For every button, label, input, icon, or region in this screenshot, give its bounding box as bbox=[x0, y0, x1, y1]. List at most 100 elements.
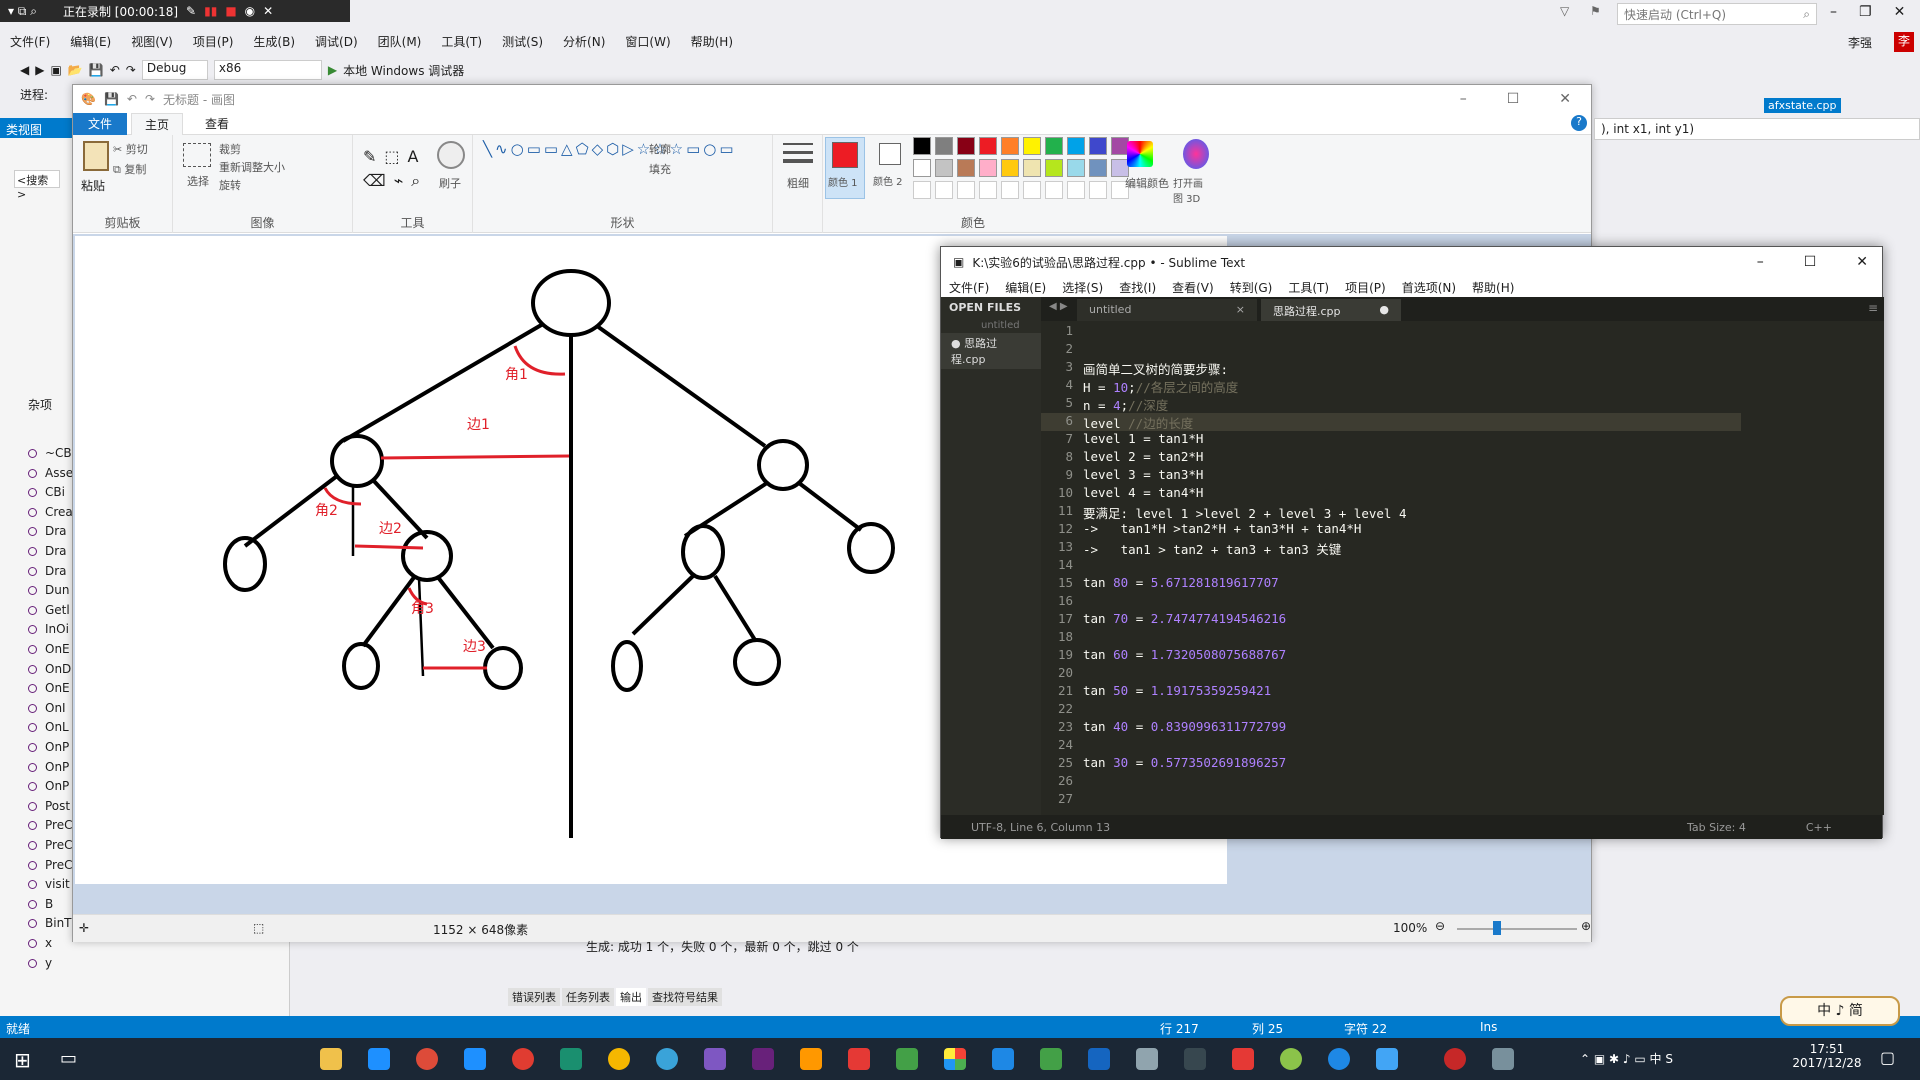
close-icon[interactable]: ✕ bbox=[1856, 254, 1868, 270]
run-icon[interactable]: ▶ bbox=[328, 63, 337, 77]
class-member[interactable]: PreC bbox=[28, 838, 72, 852]
visual-studio-icon[interactable] bbox=[704, 1048, 726, 1070]
palette-swatch[interactable] bbox=[1067, 137, 1085, 155]
color1-button[interactable]: 颜色 1 bbox=[825, 137, 865, 199]
open-icon[interactable]: 📂 bbox=[68, 63, 83, 77]
sublime-menu-item[interactable]: 转到(G) bbox=[1222, 279, 1281, 296]
tab-size[interactable]: Tab Size: 4 bbox=[1687, 821, 1746, 834]
palette-swatch[interactable] bbox=[957, 137, 975, 155]
custom-swatch[interactable] bbox=[1023, 181, 1041, 199]
class-member[interactable]: Dra bbox=[28, 564, 67, 578]
palette-swatch[interactable] bbox=[913, 159, 931, 177]
palette-swatch[interactable] bbox=[913, 137, 931, 155]
user-avatar[interactable]: 李 bbox=[1894, 32, 1914, 52]
output-tab[interactable]: 任务列表 bbox=[562, 988, 614, 1006]
vs-menu-item[interactable]: 测试(S) bbox=[492, 33, 553, 50]
minimize-icon[interactable]: – bbox=[1460, 91, 1467, 107]
tool-icons-2[interactable]: ⌫⌁⌕ bbox=[363, 171, 428, 191]
zoom-in-icon[interactable]: ⊕ bbox=[1581, 919, 1591, 933]
minimize-icon[interactable]: – bbox=[1757, 254, 1764, 270]
edge-browser-icon[interactable] bbox=[368, 1048, 390, 1070]
tab-list-icon[interactable]: ≡ bbox=[1868, 301, 1878, 315]
back-icon[interactable]: ◀ bbox=[20, 63, 29, 77]
palette-swatch[interactable] bbox=[1023, 159, 1041, 177]
maximize-icon[interactable]: ☐ bbox=[1507, 91, 1520, 107]
app-red-icon[interactable] bbox=[512, 1048, 534, 1070]
class-member[interactable]: OnL bbox=[28, 720, 69, 734]
custom-swatch[interactable] bbox=[957, 181, 975, 199]
size-button[interactable]: 粗细 bbox=[787, 175, 809, 191]
class-member[interactable]: BinT bbox=[28, 916, 72, 930]
palette-swatch[interactable] bbox=[1045, 159, 1063, 177]
edit-colors-icon[interactable] bbox=[1127, 141, 1153, 167]
save-icon[interactable]: 💾 bbox=[89, 63, 104, 77]
ime-bar[interactable]: 中 ♪ 简 bbox=[1780, 996, 1900, 1026]
class-member[interactable]: y bbox=[28, 956, 52, 970]
palette-swatch[interactable] bbox=[1089, 137, 1107, 155]
custom-swatch[interactable] bbox=[913, 181, 931, 199]
app-window-icon[interactable] bbox=[1376, 1048, 1398, 1070]
vs-menu-item[interactable]: 团队(M) bbox=[368, 33, 432, 50]
class-member[interactable]: x bbox=[28, 936, 52, 950]
cut-button[interactable]: ✂ 剪切 bbox=[113, 141, 148, 157]
sublime-menu-item[interactable]: 查找(I) bbox=[1111, 279, 1164, 296]
class-member[interactable]: ~CB bbox=[28, 446, 72, 460]
class-member[interactable]: Post bbox=[28, 799, 70, 813]
vs-menu-item[interactable]: 项目(P) bbox=[183, 33, 244, 50]
file-explorer-icon[interactable] bbox=[320, 1048, 342, 1070]
tool-icons[interactable]: ✎⬚A bbox=[363, 147, 426, 166]
vs-menu-item[interactable]: 生成(B) bbox=[243, 33, 305, 50]
ie-icon[interactable] bbox=[464, 1048, 486, 1070]
tab-close-icon[interactable]: × bbox=[1236, 303, 1245, 316]
app-lime-icon[interactable] bbox=[1280, 1048, 1302, 1070]
sublime-menu-item[interactable]: 帮助(H) bbox=[1464, 279, 1522, 296]
vs-code-icon[interactable] bbox=[752, 1048, 774, 1070]
zoom-out-icon[interactable]: ⊖ bbox=[1435, 919, 1445, 933]
maximize-icon[interactable]: ☐ bbox=[1804, 254, 1817, 270]
new-project-icon[interactable]: ▣ bbox=[50, 63, 61, 77]
app-globe-icon[interactable] bbox=[656, 1048, 678, 1070]
palette-swatch[interactable] bbox=[1001, 137, 1019, 155]
app-tiles-icon[interactable] bbox=[944, 1048, 966, 1070]
paint3d-button[interactable]: 打开画图 3D bbox=[1173, 175, 1203, 205]
sublime-menu-item[interactable]: 首选项(N) bbox=[1394, 279, 1464, 296]
custom-swatch[interactable] bbox=[1089, 181, 1107, 199]
class-member[interactable]: Dun bbox=[28, 583, 69, 597]
class-member[interactable]: visit bbox=[28, 877, 70, 891]
brush-icon[interactable] bbox=[437, 141, 465, 169]
vs-menu-item[interactable]: 窗口(W) bbox=[615, 33, 680, 50]
forward-icon[interactable]: ▶ bbox=[35, 63, 44, 77]
class-member[interactable]: OnE bbox=[28, 642, 70, 656]
redo-icon[interactable]: ↷ bbox=[126, 63, 136, 77]
sublime-menu-item[interactable]: 工具(T) bbox=[1280, 279, 1337, 296]
class-member[interactable]: Dra bbox=[28, 544, 67, 558]
class-member[interactable]: Dra bbox=[28, 524, 67, 538]
app-blue-icon[interactable] bbox=[1328, 1048, 1350, 1070]
vs-menu-item[interactable]: 调试(D) bbox=[305, 33, 368, 50]
vs-menu-item[interactable]: 帮助(H) bbox=[681, 33, 743, 50]
doc-tab[interactable]: afxstate.cpp bbox=[1764, 98, 1841, 113]
app-tool-icon[interactable] bbox=[1492, 1048, 1514, 1070]
close-window-icon[interactable]: ✕ bbox=[1894, 4, 1906, 20]
close-icon[interactable]: ✕ bbox=[263, 4, 273, 18]
custom-swatch[interactable] bbox=[935, 181, 953, 199]
minimize-icon[interactable]: – bbox=[1830, 4, 1837, 20]
app-yellow-icon[interactable] bbox=[608, 1048, 630, 1070]
vs-menu-item[interactable]: 分析(N) bbox=[553, 33, 615, 50]
chrome-icon[interactable] bbox=[416, 1048, 438, 1070]
app-green-icon[interactable] bbox=[896, 1048, 918, 1070]
camera-icon[interactable]: ◉ bbox=[245, 4, 255, 18]
size-icon[interactable] bbox=[783, 143, 813, 167]
action-center-icon[interactable]: ▢ bbox=[1880, 1048, 1895, 1067]
class-member[interactable]: Crea bbox=[28, 505, 73, 519]
class-member[interactable]: OnD bbox=[28, 662, 71, 676]
rotate-button[interactable]: 旋转 bbox=[219, 177, 241, 193]
color2-button[interactable]: 颜色 2 bbox=[871, 137, 911, 199]
user-name[interactable]: 李强 bbox=[1848, 34, 1872, 51]
tab-nav-icon[interactable]: ◀ ▶ bbox=[1049, 301, 1068, 312]
palette-swatch[interactable] bbox=[1089, 159, 1107, 177]
palette-swatch[interactable] bbox=[979, 159, 997, 177]
file-current[interactable]: ● 思路过程.cpp bbox=[941, 333, 1041, 369]
brush-button[interactable]: 刷子 bbox=[439, 175, 461, 191]
class-member[interactable]: PreC bbox=[28, 858, 72, 872]
